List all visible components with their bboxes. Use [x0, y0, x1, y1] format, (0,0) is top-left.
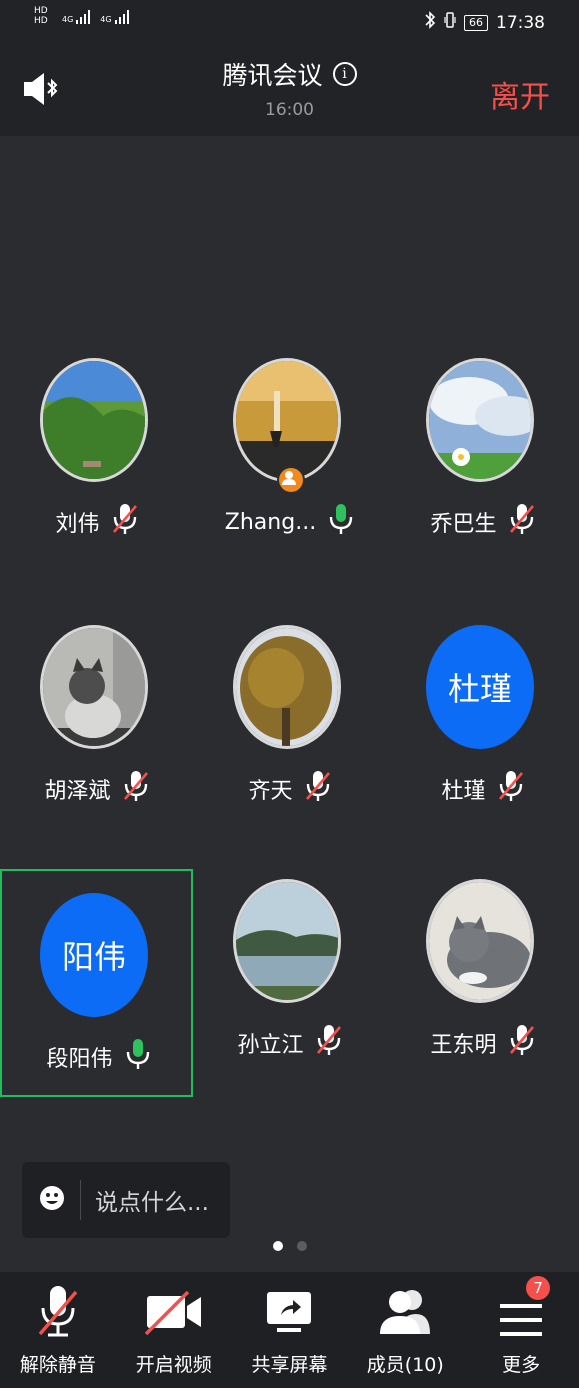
participant-name: 齐天: [248, 779, 293, 804]
members-button[interactable]: 成员(10): [347, 1272, 463, 1388]
participant-name-row: 孙立江: [193, 1023, 386, 1063]
participant-avatar[interactable]: [426, 879, 534, 1003]
page-indicator: [0, 1241, 579, 1251]
vibrate-icon: [444, 11, 456, 34]
participant-name-row: 杜瑾: [386, 769, 579, 809]
mic-muted-icon: [123, 769, 149, 809]
participant-name-row: Zhang...: [193, 502, 386, 542]
participant-tile[interactable]: 胡泽斌: [0, 615, 193, 843]
mic-muted-icon: [316, 1023, 342, 1063]
participant-name: 王东明: [430, 1033, 497, 1058]
members-icon: [378, 1286, 432, 1340]
chat-input[interactable]: 说点什么...: [22, 1162, 230, 1238]
participant-tile[interactable]: 王东明: [386, 869, 579, 1097]
participant-tile[interactable]: 杜瑾 杜瑾: [386, 615, 579, 843]
participant-name: 段阳伟: [46, 1047, 113, 1072]
page-dot-2[interactable]: [296, 1241, 307, 1251]
participant-name-row: 齐天: [193, 769, 386, 809]
avatar-initials: 阳伟: [61, 938, 126, 976]
video-off-icon: [144, 1288, 204, 1340]
more-button[interactable]: 7 更多: [463, 1272, 579, 1388]
participant-tile[interactable]: 齐天: [193, 615, 386, 843]
participant-tile[interactable]: 阳伟段阳伟: [0, 869, 193, 1097]
leave-button[interactable]: 离开: [490, 72, 550, 116]
host-badge-icon: [277, 466, 305, 494]
participant-tile[interactable]: 乔巴生: [386, 348, 579, 576]
info-icon[interactable]: i: [332, 62, 357, 86]
meeting-title: 腾讯会议: [222, 61, 323, 90]
emoji-icon[interactable]: [38, 1184, 66, 1216]
participant-avatar[interactable]: [40, 358, 148, 482]
more-badge: 7: [526, 1276, 551, 1300]
mic-muted-icon: [509, 1023, 535, 1063]
participant-avatar[interactable]: [40, 625, 148, 749]
battery-icon: 66: [464, 14, 488, 31]
start-video-label: 开启视频: [135, 1354, 212, 1376]
more-label: 更多: [502, 1354, 541, 1376]
share-screen-button[interactable]: 共享屏幕: [232, 1272, 348, 1388]
signal-icon: 4G 4G: [62, 10, 131, 24]
hd-label-2: HD: [34, 16, 48, 26]
menu-icon: [500, 1302, 543, 1342]
participant-name-row: 刘伟: [0, 502, 193, 542]
participant-name: 刘伟: [55, 512, 100, 537]
unmute-label: 解除静音: [19, 1354, 96, 1376]
participant-name: 孙立江: [237, 1033, 304, 1058]
members-label: 成员(10): [366, 1354, 444, 1376]
clock: 17:38: [496, 12, 545, 33]
mic-muted-icon: [498, 769, 524, 809]
participant-avatar[interactable]: [426, 358, 534, 482]
mic-icon: [328, 502, 354, 542]
mic-muted-icon: [36, 1282, 80, 1346]
meeting-header: 腾讯会议 i 16:00 离开: [0, 44, 579, 136]
share-screen-label: 共享屏幕: [251, 1354, 328, 1376]
participant-avatar[interactable]: 阳伟: [40, 893, 148, 1017]
hd-indicators: HD HD: [34, 6, 48, 26]
chat-divider: [80, 1180, 81, 1220]
page-dot-1[interactable]: [272, 1241, 283, 1251]
mic-muted-icon: [112, 502, 138, 542]
bottom-toolbar: 解除静音 开启视频 共享屏幕 成员(10) 7 更多: [0, 1272, 579, 1388]
mic-icon: [125, 1037, 151, 1077]
bluetooth-icon: [424, 11, 436, 34]
participant-name-row: 段阳伟: [2, 1037, 195, 1077]
participant-name-row: 乔巴生: [386, 502, 579, 542]
status-right: 66 17:38: [424, 11, 545, 34]
participant-name: 杜瑾: [441, 779, 486, 804]
chat-placeholder: 说点什么...: [95, 1190, 209, 1216]
avatar-initials: 杜瑾: [447, 670, 512, 708]
participant-name: 胡泽斌: [44, 779, 111, 804]
share-screen-icon: [265, 1288, 313, 1340]
mic-muted-icon: [509, 502, 535, 542]
network-type-2: 4G: [100, 15, 112, 24]
participant-avatar[interactable]: [233, 625, 341, 749]
participant-tile[interactable]: 刘伟: [0, 348, 193, 576]
participant-name: 乔巴生: [430, 512, 497, 537]
participant-name-row: 王东明: [386, 1023, 579, 1063]
participant-avatar[interactable]: [233, 879, 341, 1003]
status-bar: HD HD 4G 4G 66 17:38: [0, 0, 579, 44]
hd-label-1: HD: [34, 6, 48, 16]
participant-name: Zhang...: [224, 509, 317, 535]
start-video-button[interactable]: 开启视频: [116, 1272, 232, 1388]
mic-muted-icon: [305, 769, 331, 809]
network-type-1: 4G: [62, 15, 74, 24]
participant-tile[interactable]: 孙立江: [193, 869, 386, 1097]
unmute-button[interactable]: 解除静音: [0, 1272, 116, 1388]
participant-avatar[interactable]: 杜瑾: [426, 625, 534, 749]
participant-tile[interactable]: Zhang...: [193, 348, 386, 576]
meeting-title-row[interactable]: 腾讯会议 i: [222, 56, 357, 92]
participant-avatar[interactable]: [233, 358, 341, 482]
participant-name-row: 胡泽斌: [0, 769, 193, 809]
